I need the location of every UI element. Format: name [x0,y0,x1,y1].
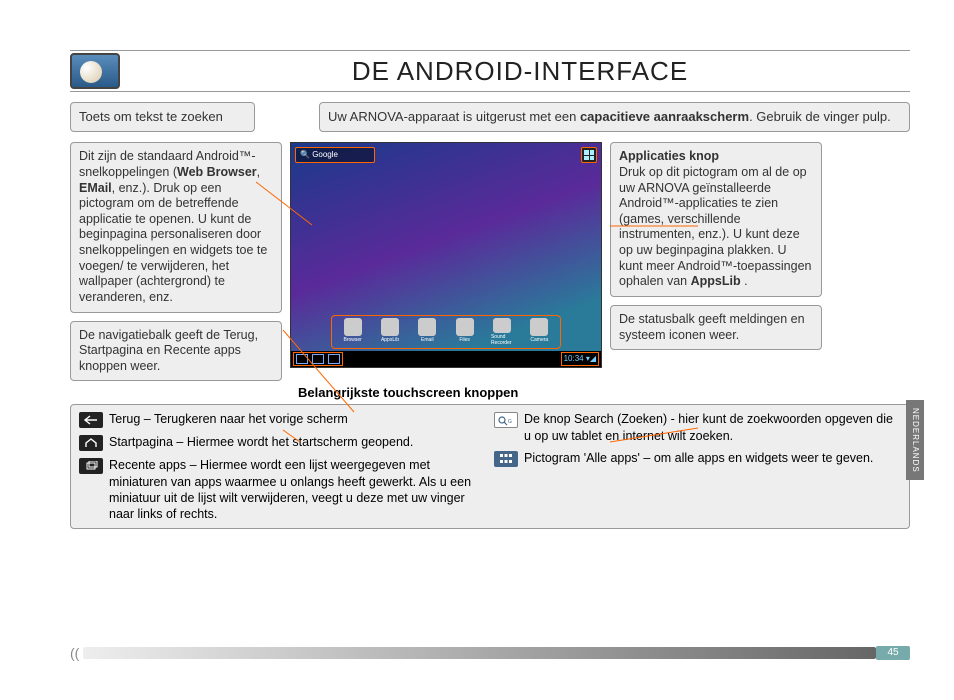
tablet-touch-icon [70,53,120,89]
touchscreen-buttons-box: Terug – Terugkeren naar het vorige scher… [70,404,910,529]
search-desc: De knop Search (Zoeken) - hier kunt de z… [524,411,901,444]
home-icon [79,435,103,451]
text: . Gebruik de vinger pulp. [749,109,891,124]
ss-search-widget[interactable]: 🔍 Google [295,147,375,163]
dock-app-files[interactable]: Files [454,318,476,346]
footer-bar: (( 45 [70,646,910,660]
text: Uw ARNOVA-apparaat is uitgerust met een [328,109,580,124]
dock-app-email[interactable]: Email [416,318,438,346]
recent-desc: Recente apps – Hiermee wordt een lijst w… [109,457,486,522]
page-title: DE ANDROID-INTERFACE [130,56,910,87]
back-desc: Terug – Terugkeren naar het vorige scher… [109,411,486,428]
recent-icon [79,458,103,474]
callout-statusbar: De statusbalk geeft meldingen en systeem… [610,305,822,350]
callout-apps-button: Applicaties knop Druk op dit pictogram o… [610,142,822,297]
ss-all-apps-button[interactable] [581,147,597,163]
ss-nav-buttons[interactable] [293,352,343,366]
ss-dock: Browser AppsLib Email Files Sound Record… [331,315,561,349]
allapps-desc: Pictogram 'Alle apps' – om alle apps en … [524,450,901,467]
dock-app-browser[interactable]: Browser [342,318,364,346]
dock-app-camera[interactable]: Camera [528,318,550,346]
language-tab: NEDERLANDS [906,400,924,480]
home-desc: Startpagina – Hiermee wordt het startsch… [109,434,486,451]
dock-app-appslib[interactable]: AppsLib [379,318,401,346]
android-screenshot: 🔍 Google Browser AppsLib Email Files Sou… [290,142,602,368]
text-bold: capacitieve aanraakscherm [580,109,749,124]
subheading-touchscreen-buttons: Belangrijkste touchscreen knoppen [298,385,910,400]
callout-search-key: Toets om tekst te zoeken [70,102,255,132]
callout-navbar: De navigatiebalk geeft de Terug, Startpa… [70,321,282,382]
dock-app-recorder[interactable]: Sound Recorder [491,318,513,346]
callout-capacitive: Uw ARNOVA-apparaat is uitgerust met een … [319,102,910,132]
callout-shortcuts: Dit zijn de standaard Android™-snelkoppe… [70,142,282,312]
search-icon: G [494,412,518,428]
page-number: 45 [876,646,910,660]
ss-status-area[interactable]: 10:34 ▾◢ [561,352,599,366]
svg-text:G: G [508,419,512,425]
all-apps-icon [494,451,518,467]
back-icon [79,412,103,428]
ss-system-bar: 10:34 ▾◢ [291,351,601,367]
